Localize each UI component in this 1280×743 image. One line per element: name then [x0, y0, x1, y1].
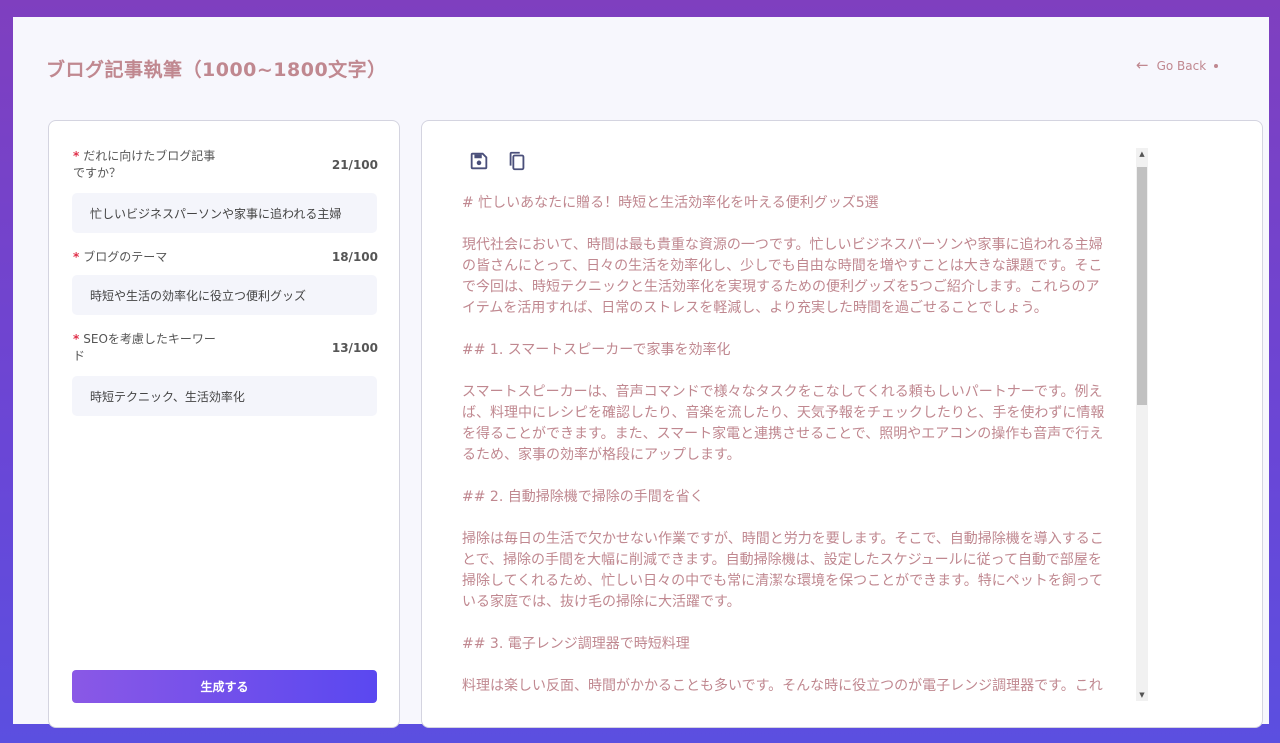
- scroll-down-icon[interactable]: ▼: [1136, 689, 1148, 701]
- keywords-input[interactable]: [72, 376, 377, 416]
- article-paragraph: 掃除は毎日の生活で欠かせない作業ですが、時間と労力を要します。そこで、自動掃除機…: [462, 531, 1104, 610]
- app-window: ブログ記事執筆（1000~1800文字） ← Go Back * だれに向けたブロ…: [13, 17, 1269, 728]
- required-mark: *: [73, 332, 80, 346]
- article-paragraph: 現代社会において、時間は最も貴重な資源の一つです。忙しいビジネスパーソンや家事に…: [462, 237, 1103, 316]
- copy-icon[interactable]: [506, 150, 528, 172]
- theme-input[interactable]: [72, 275, 377, 315]
- generate-button[interactable]: 生成する: [72, 670, 377, 703]
- article-subheading: ## 2. 自動掃除機で掃除の手間を省く: [462, 489, 704, 505]
- go-back-label: Go Back: [1156, 58, 1207, 73]
- field-audience-label: * だれに向けたブログ記事ですか？: [73, 149, 216, 180]
- save-icon[interactable]: [468, 150, 490, 172]
- field-keywords-count: 13/100: [331, 340, 378, 355]
- field-audience-count: 21/100: [331, 157, 378, 172]
- go-back-link[interactable]: ← Go Back: [1136, 56, 1219, 74]
- audience-input[interactable]: [72, 193, 377, 233]
- article-subheading: ## 3. 電子レンジ調理器で時短料理: [462, 636, 690, 652]
- field-theme-label: * ブログのテーマ: [73, 250, 168, 264]
- field-theme-header: * ブログのテーマ 18/100: [73, 249, 378, 266]
- output-toolbar: [468, 150, 528, 172]
- field-theme-count: 18/100: [331, 250, 378, 264]
- field-keywords-header: * SEOを考慮したキーワード 13/100: [73, 331, 378, 365]
- article-paragraph: 料理は楽しい反面、時間がかかることも多いです。そんな時に役立つのが電子レンジ調理…: [462, 678, 1103, 694]
- scroll-thumb[interactable]: [1137, 167, 1147, 405]
- arrow-left-icon: ←: [1136, 56, 1149, 74]
- generated-article: # 忙しいあなたに贈る！時短と生活効率化を叶える便利グッズ5選 現代社会において…: [462, 193, 1112, 708]
- field-audience-header: * だれに向けたブログ記事ですか？ 21/100: [73, 148, 378, 182]
- output-panel: # 忙しいあなたに贈る！時短と生活効率化を叶える便利グッズ5選 現代社会において…: [421, 120, 1263, 728]
- scroll-up-icon[interactable]: ▲: [1136, 148, 1148, 160]
- input-form-panel: *だれに向けたブログ記事ですか？ 21/100 *ブログのテーマ 18/100 …: [48, 120, 400, 728]
- article-subheading: ## 1. スマートスピーカーで家事を効率化: [462, 342, 731, 358]
- article-paragraph: スマートスピーカーは、音声コマンドで様々なタスクをこなしてくれる頼もしいパートナ…: [462, 384, 1105, 463]
- output-scrollbar[interactable]: ▲ ▼: [1136, 148, 1148, 701]
- page-title: ブログ記事執筆（1000~1800文字）: [46, 59, 387, 81]
- field-keywords-label: * SEOを考慮したキーワード: [73, 332, 216, 363]
- dot-icon: [1214, 63, 1219, 68]
- required-mark: *: [73, 149, 80, 163]
- article-heading: # 忙しいあなたに贈る！時短と生活効率化を叶える便利グッズ5選: [462, 195, 879, 211]
- required-mark: *: [73, 250, 80, 264]
